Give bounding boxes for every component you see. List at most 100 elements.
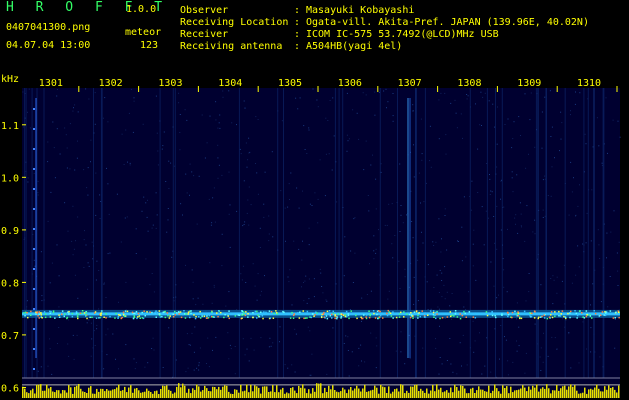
noise-speck [236,210,238,212]
amplitude-bar [394,389,396,398]
amplitude-bar [408,392,410,398]
noise-speck [191,332,193,334]
carrier-speck [355,314,357,317]
amplitude-bar [546,384,548,398]
amplitude-bar [258,387,260,398]
amplitude-bar [76,385,78,398]
noise-speck [156,214,158,216]
amplitude-bar [334,390,336,398]
amplitude-bar [94,393,96,398]
amplitude-bar [174,392,176,398]
noise-speck [125,129,127,131]
carrier-speck [459,313,461,315]
noise-speck [489,174,490,175]
carrier-speck [265,311,267,314]
noise-speck [430,308,432,310]
amplitude-bar [304,388,306,398]
carrier-speck [79,312,82,314]
noise-speck [193,369,195,371]
carrier-speck [216,312,218,314]
noise-speck [575,274,577,276]
noise-speck [346,134,348,136]
noise-speck [375,178,377,180]
noise-speck [450,102,452,104]
noise-speck [302,240,303,242]
noise-speck [507,374,509,376]
amplitude-bar [466,393,468,398]
amplitude-bar [154,391,156,398]
amplitude-bar [232,394,234,398]
noise-speck [88,98,90,100]
noise-speck [103,282,105,284]
amplitude-bar [66,392,68,398]
noise-speck [373,258,375,260]
noise-speck [584,133,586,135]
noise-speck [472,265,474,267]
noise-speck [441,296,443,298]
amplitude-bar [602,391,604,398]
noise-speck [95,172,97,174]
carrier-speck [576,314,579,317]
carrier-speck [547,312,549,315]
noise-speck [95,279,97,281]
noise-speck [227,332,229,334]
noise-speck [74,104,76,106]
carrier-speck [258,315,261,318]
amplitude-bar [430,390,432,398]
carrier-speck [468,311,471,313]
amplitude-bar [352,390,354,398]
noise-speck [108,213,110,215]
amplitude-bar [326,392,328,398]
carrier-speck [533,317,536,319]
noise-speck [246,348,248,350]
carrier-speck [126,310,129,313]
noise-speck [354,252,356,254]
noise-speck [540,284,542,286]
amplitude-bar [494,384,496,398]
carrier-speck [207,317,210,319]
carrier-speck [332,310,334,313]
noise-speck [229,246,231,248]
noise-speck [107,183,109,185]
carrier-speck [254,310,257,313]
carrier-speck [340,315,343,318]
noise-speck [33,172,35,174]
noise-speck [445,134,447,136]
spectrum-background [22,88,620,398]
carrier-speck [486,314,489,317]
noise-speck [350,250,352,252]
noise-speck [444,92,446,94]
noise-speck [332,327,334,329]
carrier-speck [228,310,230,312]
carrier-speck [534,313,537,315]
amplitude-bar [598,388,600,398]
noise-speck [90,355,92,357]
amplitude-bar [512,392,514,398]
carrier-speck [551,316,554,319]
noise-speck [294,371,296,373]
noise-speck [427,309,429,310]
amplitude-bar [300,387,302,398]
marker-dot [33,268,35,270]
noise-speck [244,107,246,109]
noise-speck [597,229,599,231]
amplitude-bar [532,385,534,398]
amplitude-bar [616,392,618,398]
noise-speck [489,178,491,180]
carrier-speck [85,315,87,317]
carrier-speck [325,315,328,317]
noise-speck [248,360,250,362]
noise-speck [229,344,231,346]
noise-speck [121,133,123,135]
noise-speck [317,198,319,200]
noise-speck [40,251,42,253]
amplitude-bar [612,387,614,398]
carrier-speck [365,317,368,320]
noise-speck [95,214,97,216]
noise-speck [528,153,529,155]
amplitude-bar [240,384,242,398]
noise-speck [135,228,137,230]
noise-speck [524,240,526,242]
noise-speck [255,116,257,118]
noise-speck [214,221,216,223]
